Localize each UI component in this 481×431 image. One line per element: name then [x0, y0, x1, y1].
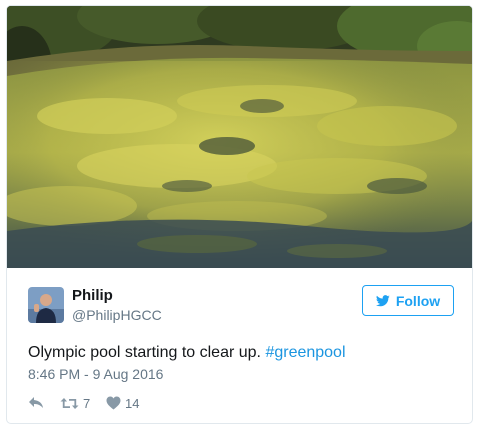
tweet-text: Olympic pool starting to clear up. #gree… [28, 343, 346, 363]
avatar[interactable] [28, 287, 64, 323]
pond-image [7, 6, 472, 268]
retweet-icon [60, 397, 79, 410]
tweet-actions: 7 14 [28, 393, 139, 413]
twitter-bird-icon [375, 294, 390, 307]
follow-label: Follow [395, 292, 441, 309]
display-name[interactable]: Philip [72, 287, 113, 305]
retweet-count: 7 [83, 395, 91, 411]
tweet-text-body: Olympic pool starting to clear up. [28, 344, 266, 361]
retweet-button[interactable]: 7 [60, 396, 106, 411]
hashtag-link[interactable]: #greenpool [265, 344, 345, 361]
like-count: 14 [125, 395, 140, 411]
tweet-photo[interactable] [7, 6, 472, 268]
reply-button[interactable] [28, 396, 60, 410]
reply-icon [28, 396, 44, 410]
avatar-image [28, 287, 64, 323]
heart-icon [106, 396, 121, 410]
user-handle[interactable]: @PhilipHGCC [72, 307, 162, 324]
follow-button[interactable]: Follow [362, 285, 454, 316]
tweet-timestamp[interactable]: 8:46 PM - 9 Aug 2016 [28, 366, 163, 383]
like-button[interactable]: 14 [106, 396, 139, 411]
tweet-card: Philip @PhilipHGCC Follow Olympic pool s… [6, 5, 473, 424]
